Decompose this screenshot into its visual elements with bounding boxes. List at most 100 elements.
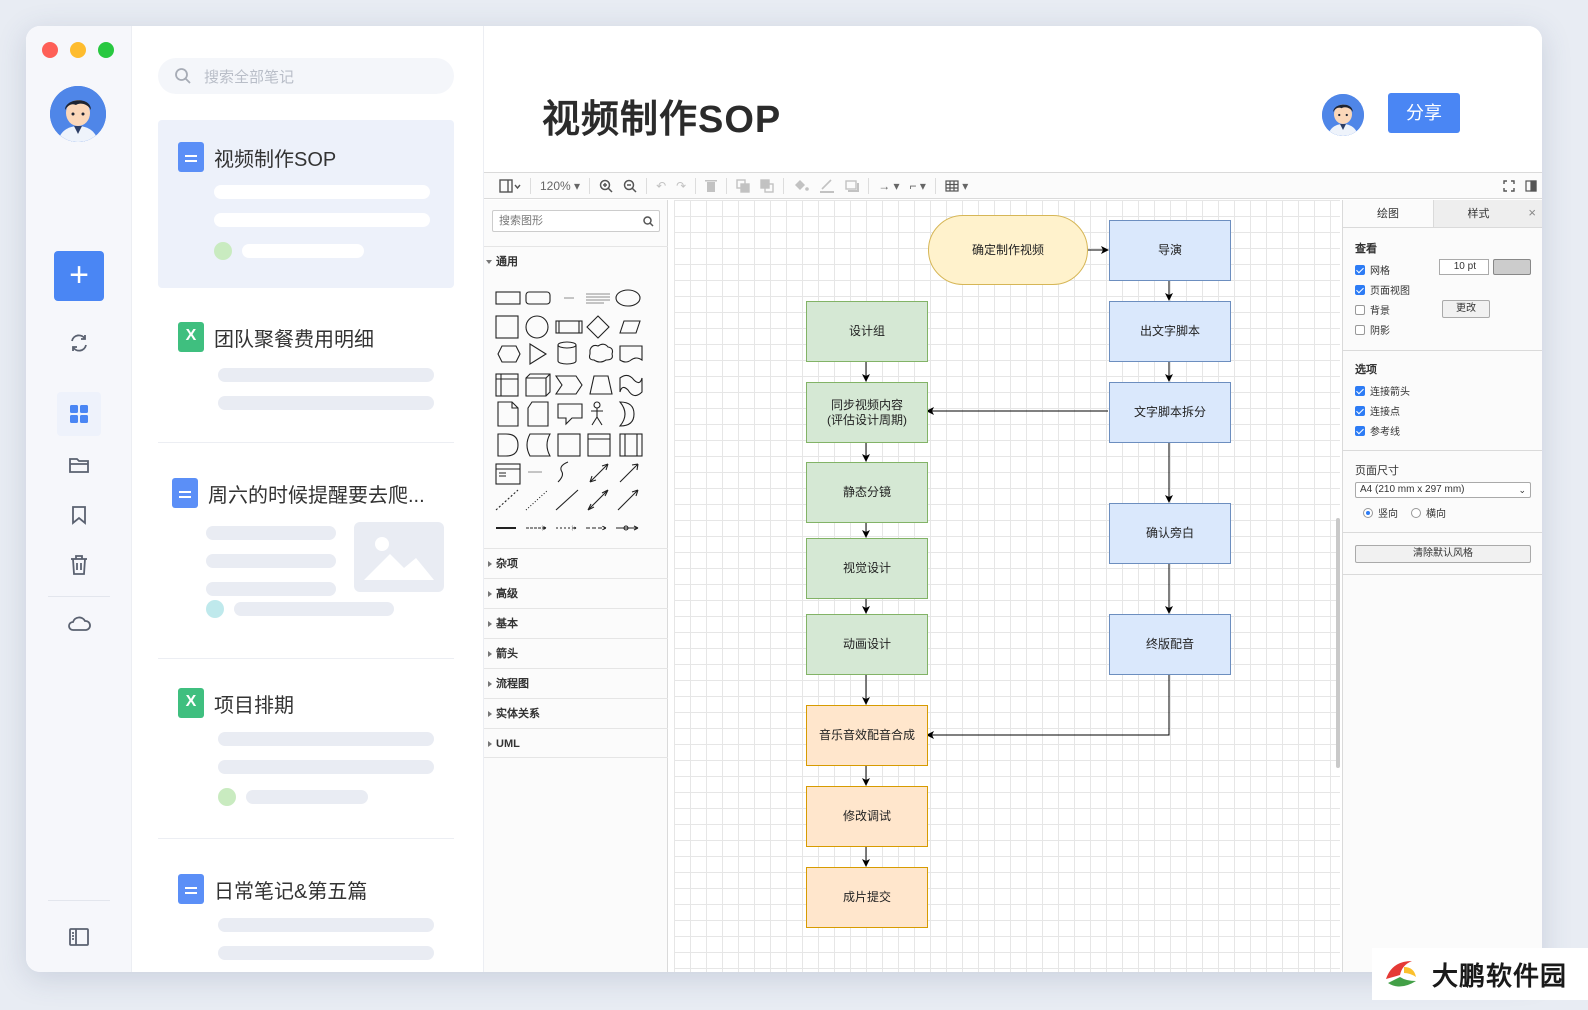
line-color-icon[interactable]	[814, 175, 840, 197]
portrait-option[interactable]: 竖向	[1363, 505, 1398, 520]
minimize-window-button[interactable]	[70, 42, 86, 58]
note-search-input[interactable]: 搜索全部笔记	[158, 58, 454, 94]
format-panel-toggle-icon[interactable]	[1520, 175, 1542, 197]
clear-default-style-button[interactable]: 清除默认风格	[1355, 545, 1531, 563]
note-list: 搜索全部笔记 视频制作SOP X 团队聚餐费用明细 周六的时候提醒要去爬... …	[132, 26, 484, 972]
node-sync-content[interactable]: 同步视频内容 (评估设计周期)	[806, 382, 928, 443]
close-window-button[interactable]	[42, 42, 58, 58]
diagram-canvas[interactable]: 确定制作视频 导演 出文字脚本 文字脚本拆分 确认旁白 终版配音 设计组 同步视…	[674, 200, 1340, 972]
tab-style[interactable]: 样式	[1433, 200, 1523, 227]
shape-section-advanced[interactable]: 高级	[484, 578, 668, 608]
sidebar-toggle-icon[interactable]	[64, 922, 94, 952]
node-storyboard[interactable]: 静态分镜	[806, 462, 928, 523]
guides-checkbox[interactable]	[1355, 425, 1365, 436]
connect-points-label: 连接点	[1370, 407, 1400, 418]
to-back-icon[interactable]	[755, 175, 779, 197]
search-icon	[175, 68, 191, 84]
shape-section-uml[interactable]: UML	[484, 728, 668, 758]
grid-checkbox[interactable]	[1355, 264, 1365, 275]
guides-toggle[interactable]: 参考线	[1355, 423, 1400, 438]
fill-color-icon[interactable]	[788, 175, 814, 197]
new-note-button[interactable]: +	[54, 251, 104, 301]
change-background-button[interactable]: 更改	[1442, 300, 1490, 318]
connect-points-toggle[interactable]: 连接点	[1355, 403, 1400, 418]
node-voice-confirm[interactable]: 确认旁白	[1109, 503, 1231, 564]
shape-section-entity-relation[interactable]: 实体关系	[484, 698, 668, 728]
shadow-checkbox[interactable]	[1355, 324, 1365, 335]
to-front-icon[interactable]	[731, 175, 755, 197]
node-submit[interactable]: 成片提交	[806, 867, 928, 928]
node-visual-design[interactable]: 视觉设计	[806, 538, 928, 599]
close-icon[interactable]: ×	[1528, 205, 1536, 220]
note-divider	[158, 658, 454, 659]
note-item[interactable]: 视频制作SOP	[158, 120, 454, 288]
canvas-scrollbar[interactable]	[1336, 518, 1340, 768]
zoom-in-icon[interactable]	[594, 175, 618, 197]
shape-section-misc[interactable]: 杂项	[484, 548, 668, 578]
document-icon	[178, 874, 204, 904]
landscape-radio[interactable]	[1411, 507, 1421, 518]
note-item[interactable]: 日常笔记&第五篇	[158, 858, 454, 972]
connect-arrows-checkbox[interactable]	[1355, 385, 1365, 396]
collaborator-avatar[interactable]	[1322, 94, 1364, 136]
node-director[interactable]: 导演	[1109, 220, 1231, 281]
grid-size-input[interactable]: 10 pt	[1439, 259, 1489, 275]
maximize-window-button[interactable]	[98, 42, 114, 58]
background-toggle[interactable]: 背景	[1355, 302, 1390, 317]
table-insert-icon[interactable]: ▾	[940, 175, 973, 197]
folder-icon[interactable]	[64, 450, 94, 480]
share-button[interactable]: 分享	[1388, 93, 1460, 133]
grid-icon[interactable]	[57, 392, 101, 436]
note-item[interactable]: X 团队聚餐费用明细	[158, 302, 454, 442]
delete-icon[interactable]	[700, 175, 722, 197]
shape-section-arrows[interactable]: 箭头	[484, 638, 668, 668]
bookmark-icon[interactable]	[64, 500, 94, 530]
page-view-toggle[interactable]: 页面视图	[1355, 282, 1410, 297]
grid-color-swatch[interactable]	[1493, 259, 1531, 275]
connect-arrows-toggle[interactable]: 连接箭头	[1355, 383, 1410, 398]
shape-search-input[interactable]: 搜索图形	[492, 210, 660, 232]
grid-toggle[interactable]: 网格	[1355, 262, 1390, 277]
shape-palette[interactable]	[492, 284, 662, 544]
shadow-icon[interactable]	[840, 175, 864, 197]
redo-icon[interactable]: ↷	[671, 175, 691, 197]
shape-section-basic[interactable]: 基本	[484, 608, 668, 638]
fullscreen-icon[interactable]	[1498, 175, 1520, 197]
user-avatar[interactable]	[50, 86, 106, 142]
shadow-toggle[interactable]: 阴影	[1355, 322, 1390, 337]
trash-icon[interactable]	[64, 550, 94, 580]
node-revise[interactable]: 修改调试	[806, 786, 928, 847]
rail-divider	[48, 596, 110, 597]
undo-icon[interactable]: ↶	[651, 175, 671, 197]
waypoints-icon[interactable]: ⌐ ▾	[905, 175, 931, 197]
cloud-icon[interactable]	[64, 608, 94, 638]
zoom-value: 120%	[540, 178, 571, 193]
portrait-radio[interactable]	[1363, 507, 1373, 518]
zoom-select[interactable]: 120% ▾	[535, 175, 585, 197]
zoom-out-icon[interactable]	[618, 175, 642, 197]
node-final-voice[interactable]: 终版配音	[1109, 614, 1231, 675]
page-size-select[interactable]: A4 (210 mm x 297 mm) ⌄	[1355, 482, 1531, 498]
refresh-icon[interactable]	[64, 328, 94, 358]
node-script-split[interactable]: 文字脚本拆分	[1109, 382, 1231, 443]
note-item[interactable]: 周六的时候提醒要去爬...	[158, 458, 454, 658]
tab-diagram[interactable]: 绘图	[1343, 200, 1433, 227]
landscape-label: 横向	[1426, 509, 1446, 520]
shape-section-general[interactable]: 通用	[484, 246, 668, 276]
node-start[interactable]: 确定制作视频	[928, 215, 1088, 285]
page-title[interactable]: 视频制作SOP	[542, 88, 781, 143]
connect-points-checkbox[interactable]	[1355, 405, 1365, 416]
connection-style-icon[interactable]: → ▾	[873, 175, 904, 197]
brand-logo-icon	[1381, 954, 1421, 994]
view-menu-icon[interactable]	[494, 175, 526, 197]
background-checkbox[interactable]	[1355, 304, 1365, 315]
node-design-group[interactable]: 设计组	[806, 301, 928, 362]
node-script[interactable]: 出文字脚本	[1109, 301, 1231, 362]
node-animation-design[interactable]: 动画设计	[806, 614, 928, 675]
shape-section-flowchart[interactable]: 流程图	[484, 668, 668, 698]
page-view-checkbox[interactable]	[1355, 284, 1365, 295]
node-music-mix[interactable]: 音乐音效配音合成	[806, 705, 928, 766]
note-title: 周六的时候提醒要去爬...	[208, 484, 425, 507]
note-item[interactable]: X 项目排期	[158, 674, 454, 838]
landscape-option[interactable]: 横向	[1411, 505, 1446, 520]
